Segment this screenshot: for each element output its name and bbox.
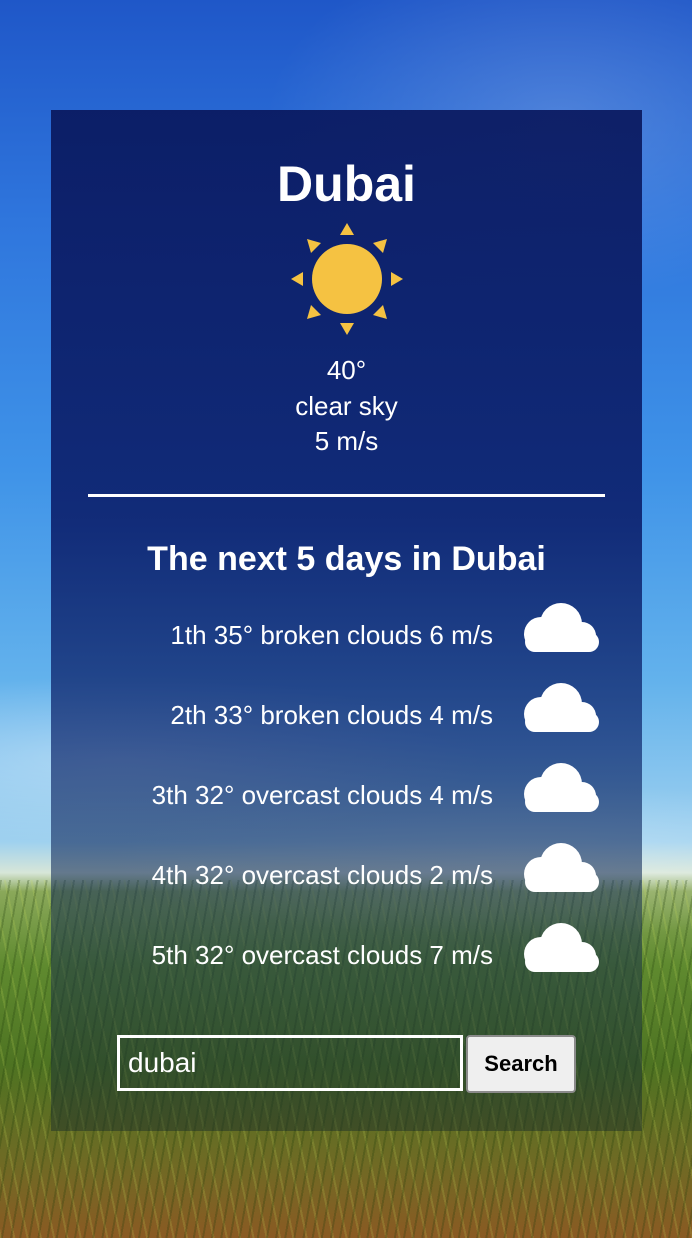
weather-card: Dubai 40° clear sky 5 m/s The next 5 day… (51, 110, 642, 1131)
forecast-day-text: 2th 33° broken clouds 4 m/s (170, 700, 493, 730)
cloud-icon (524, 843, 599, 892)
search-button[interactable]: Search (466, 1035, 576, 1093)
divider (88, 494, 605, 497)
forecast-day-text: 4th 32° overcast clouds 2 m/s (151, 860, 493, 890)
forecast-day: 3th 32° overcast clouds 4 m/s (51, 758, 642, 838)
forecast-title: The next 5 days in Dubai (147, 540, 546, 578)
forecast-day-text: 1th 35° broken clouds 6 m/s (170, 620, 493, 650)
forecast-day: 1th 35° broken clouds 6 m/s (51, 598, 642, 678)
cloud-icon (524, 923, 599, 972)
current-description: clear sky (295, 391, 398, 421)
forecast-day-text: 3th 32° overcast clouds 4 m/s (151, 780, 493, 810)
forecast-day: 2th 33° broken clouds 4 m/s (51, 678, 642, 758)
current-temperature: 40° (326, 355, 367, 385)
cloud-icon (524, 763, 599, 812)
cloud-icon (524, 603, 599, 652)
current-wind: 5 m/s (314, 426, 379, 456)
cloud-icon (524, 683, 599, 732)
forecast-day-text: 5th 32° overcast clouds 7 m/s (151, 940, 493, 970)
forecast-day: 5th 32° overcast clouds 7 m/s (51, 918, 642, 998)
forecast-day: 4th 32° overcast clouds 2 m/s (51, 838, 642, 918)
city-name: Dubai (277, 156, 416, 212)
search-input[interactable] (117, 1035, 463, 1091)
sun-icon (291, 223, 403, 335)
forecast-list: 1th 35° broken clouds 6 m/s 2th 33° brok… (51, 598, 642, 998)
